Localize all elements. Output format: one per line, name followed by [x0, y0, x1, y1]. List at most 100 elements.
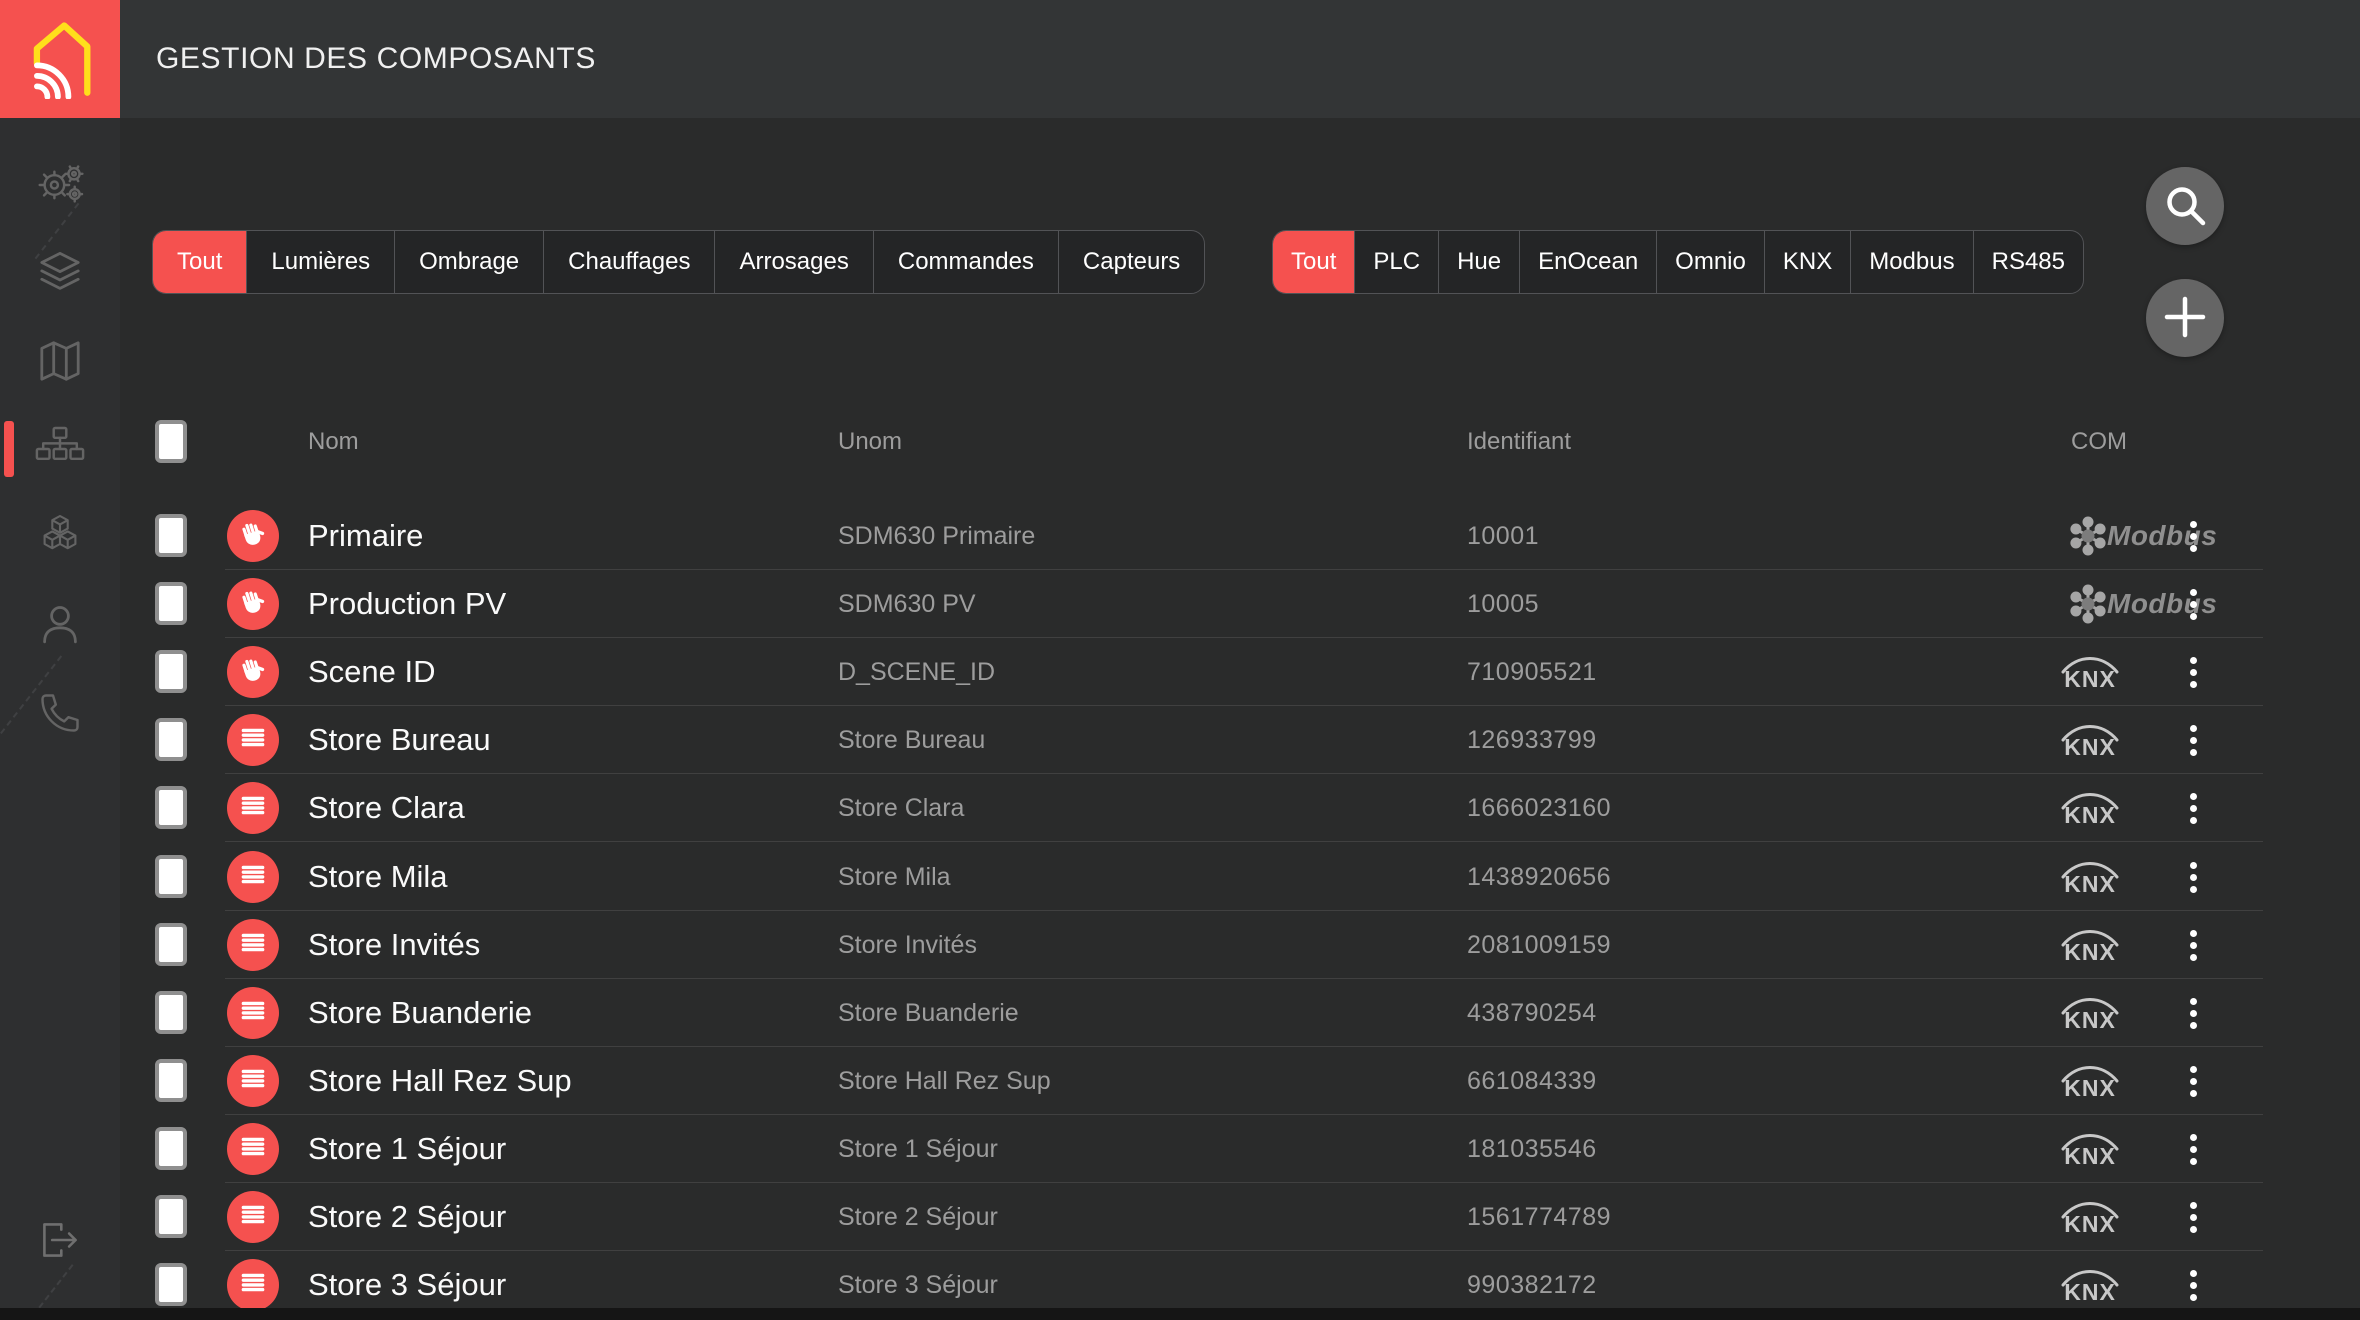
row-menu-button[interactable] — [2190, 998, 2197, 1029]
search-icon — [2162, 182, 2208, 231]
row-menu-button[interactable] — [2190, 1134, 2197, 1165]
component-name[interactable]: Store Mila — [308, 843, 448, 911]
row-divider — [225, 841, 2263, 842]
table-header: NomUnomIdentifiantCOM — [120, 408, 2360, 476]
row-checkbox[interactable] — [155, 582, 187, 625]
component-name[interactable]: Scene ID — [308, 638, 436, 706]
category-tab-lumi-res[interactable]: Lumières — [246, 231, 394, 293]
row-checkbox[interactable] — [155, 1195, 187, 1238]
logout-icon — [34, 1214, 86, 1266]
sidebar-item-components[interactable] — [0, 419, 120, 479]
row-menu-button[interactable] — [2190, 930, 2197, 961]
sidebar-item-users[interactable] — [0, 595, 120, 655]
row-checkbox[interactable] — [155, 1059, 187, 1102]
component-name[interactable]: Primaire — [308, 502, 423, 570]
component-type-badge — [227, 1123, 279, 1175]
row-menu-button[interactable] — [2190, 1202, 2197, 1233]
component-name[interactable]: Store Clara — [308, 774, 465, 842]
protocol-tab-omnio[interactable]: Omnio — [1656, 231, 1764, 293]
knx-logo: KNX — [2058, 1198, 2122, 1243]
sidebar-item-modules[interactable] — [0, 507, 120, 567]
svg-text:KNX: KNX — [2064, 1211, 2116, 1237]
row-checkbox[interactable] — [155, 1263, 187, 1306]
sidebar-item-logout[interactable] — [0, 1210, 120, 1270]
row-checkbox[interactable] — [155, 923, 187, 966]
component-name[interactable]: Production PV — [308, 570, 506, 638]
row-checkbox[interactable] — [155, 855, 187, 898]
category-tab-capteurs[interactable]: Capteurs — [1058, 231, 1204, 293]
row-checkbox[interactable] — [155, 650, 187, 693]
component-name[interactable]: Store Hall Rez Sup — [308, 1047, 572, 1115]
component-identifiant: 2081009159 — [1467, 911, 1611, 979]
knx-logo: KNX — [2058, 858, 2122, 903]
component-name[interactable]: Store 1 Séjour — [308, 1115, 506, 1183]
category-tab-arrosages[interactable]: Arrosages — [714, 231, 872, 293]
knx-logo: KNX — [2058, 653, 2122, 698]
table-row: Store BureauStore Bureau126933799 KNX — [120, 706, 2360, 774]
protocol-tab-modbus[interactable]: Modbus — [1850, 231, 1972, 293]
select-all-checkbox[interactable] — [155, 420, 187, 463]
category-tab-commandes[interactable]: Commandes — [873, 231, 1058, 293]
sidebar-item-settings[interactable] — [0, 155, 120, 215]
component-identifiant: 1561774789 — [1467, 1183, 1611, 1251]
component-unom: SDM630 PV — [838, 570, 976, 638]
search-button[interactable] — [2146, 167, 2224, 245]
protocol-filter-group: ToutPLCHueEnOceanOmnioKNXModbusRS485 — [1272, 230, 2084, 294]
protocol-tab-tout[interactable]: Tout — [1273, 231, 1354, 293]
row-menu-button[interactable] — [2190, 1066, 2197, 1097]
row-checkbox[interactable] — [155, 514, 187, 557]
map-icon — [32, 333, 88, 389]
blinds-icon — [236, 1062, 270, 1101]
app-logo[interactable] — [0, 0, 120, 118]
row-checkbox[interactable] — [155, 786, 187, 829]
knx-logo: KNX — [2058, 721, 2122, 766]
row-menu-button[interactable] — [2190, 725, 2197, 756]
protocol-tab-knx[interactable]: KNX — [1764, 231, 1850, 293]
protocol-tab-hue[interactable]: Hue — [1438, 231, 1519, 293]
category-tab-chauffages[interactable]: Chauffages — [543, 231, 714, 293]
column-header: Unom — [838, 408, 902, 476]
sidebar-item-layers[interactable] — [0, 243, 120, 303]
component-name[interactable]: Store Invités — [308, 911, 480, 979]
row-menu-button[interactable] — [2190, 1270, 2197, 1301]
blinds-icon — [236, 858, 270, 897]
component-type-badge — [227, 510, 279, 562]
component-identifiant: 10001 — [1467, 502, 1539, 570]
protocol-tab-plc[interactable]: PLC — [1354, 231, 1438, 293]
component-unom: Store Bureau — [838, 706, 985, 774]
column-header: Nom — [308, 408, 359, 476]
row-menu-button[interactable] — [2190, 521, 2197, 552]
component-identifiant: 1666023160 — [1467, 774, 1611, 842]
component-type-badge — [227, 782, 279, 834]
svg-text:KNX: KNX — [2064, 802, 2116, 828]
page-title: GESTION DES COMPOSANTS — [156, 42, 596, 76]
component-name[interactable]: Store 2 Séjour — [308, 1183, 506, 1251]
knx-logo: KNX — [2058, 789, 2122, 834]
svg-text:KNX: KNX — [2064, 1279, 2116, 1305]
row-menu-button[interactable] — [2190, 657, 2197, 688]
component-name[interactable]: Store Bureau — [308, 706, 491, 774]
row-checkbox[interactable] — [155, 991, 187, 1034]
sidebar — [0, 118, 120, 1320]
protocol-tab-rs485[interactable]: RS485 — [1973, 231, 2083, 293]
component-identifiant: 661084339 — [1467, 1047, 1597, 1115]
component-name[interactable]: Store Buanderie — [308, 979, 532, 1047]
row-menu-button[interactable] — [2190, 589, 2197, 620]
category-tab-ombrage[interactable]: Ombrage — [394, 231, 543, 293]
table-row: Store InvitésStore Invités2081009159 KNX — [120, 911, 2360, 979]
category-tab-tout[interactable]: Tout — [153, 231, 246, 293]
table-row: Production PVSDM630 PV10005 Modbus — [120, 570, 2360, 638]
component-identifiant: 710905521 — [1467, 638, 1597, 706]
row-menu-button[interactable] — [2190, 793, 2197, 824]
component-unom: Store Hall Rez Sup — [838, 1047, 1051, 1115]
component-unom: Store Clara — [838, 774, 964, 842]
blinds-icon — [236, 789, 270, 828]
row-checkbox[interactable] — [155, 718, 187, 761]
protocol-tab-enocean[interactable]: EnOcean — [1519, 231, 1656, 293]
sidebar-item-phone[interactable] — [0, 683, 120, 743]
sidebar-item-map[interactable] — [0, 331, 120, 391]
row-checkbox[interactable] — [155, 1127, 187, 1170]
add-component-button[interactable] — [2146, 279, 2224, 357]
svg-text:KNX: KNX — [2064, 666, 2116, 692]
row-menu-button[interactable] — [2190, 862, 2197, 893]
